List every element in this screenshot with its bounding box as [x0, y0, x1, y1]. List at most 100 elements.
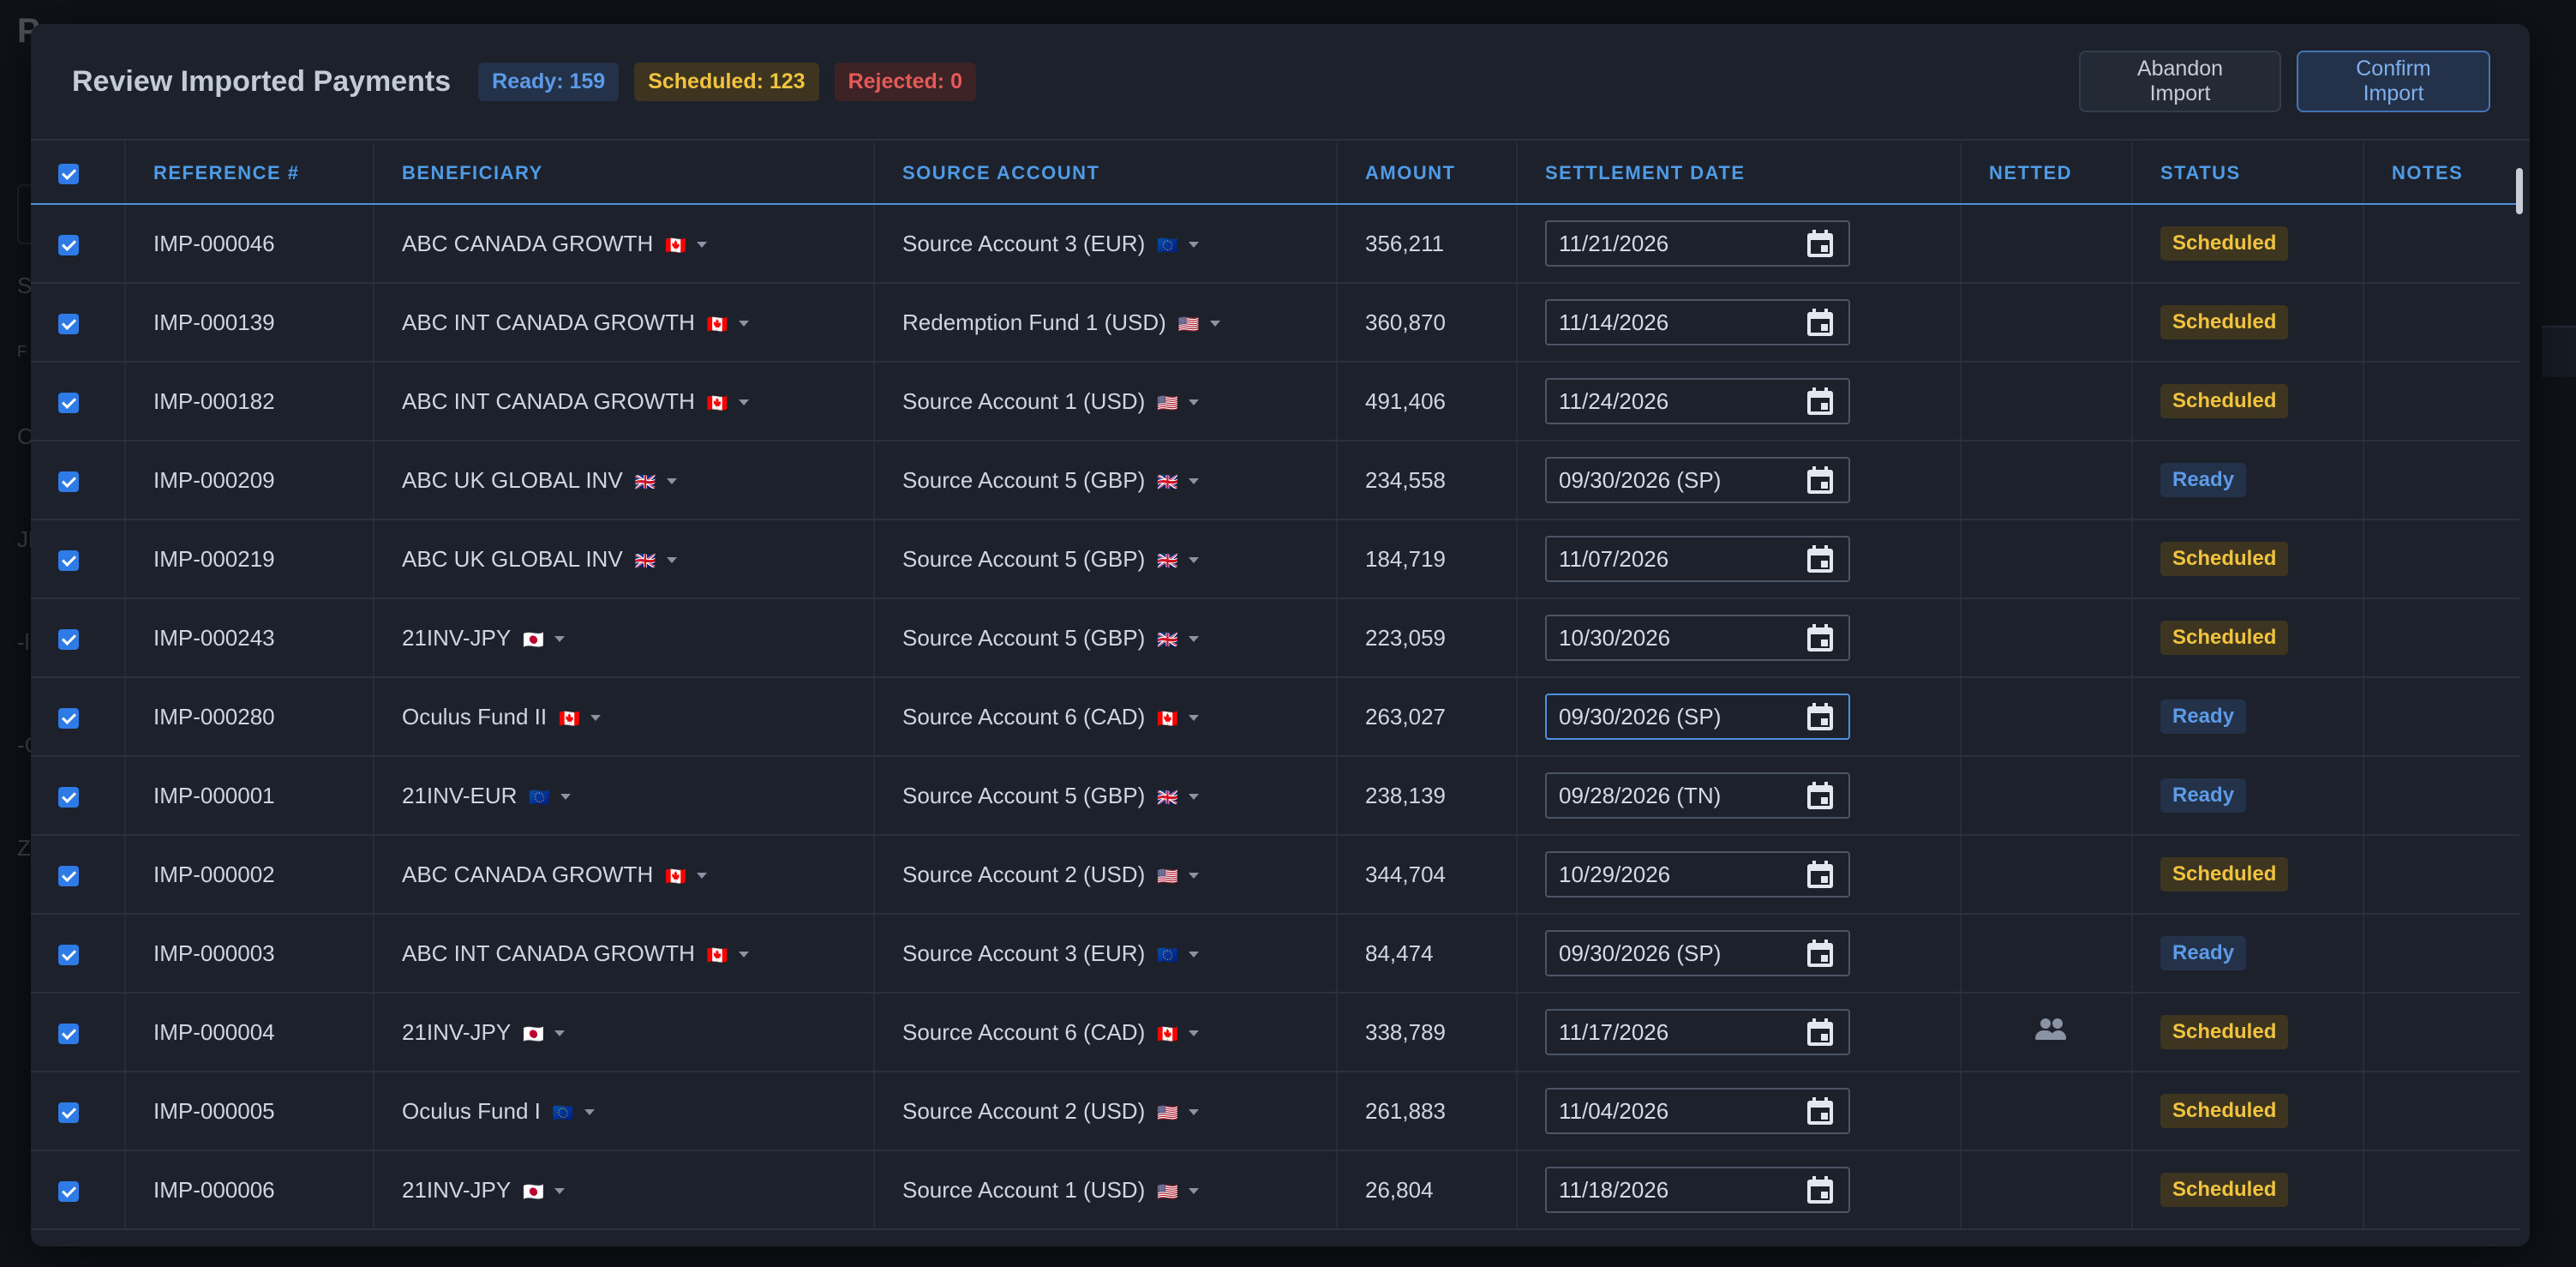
- beneficiary-cell[interactable]: ABC INT CANADA GROWTH 🇨🇦: [374, 283, 875, 363]
- settlement-date-input[interactable]: 11/17/2026: [1545, 1009, 1850, 1055]
- chevron-down-icon[interactable]: [666, 478, 677, 485]
- beneficiary-cell[interactable]: 21INV-JPY 🇯🇵: [374, 598, 875, 678]
- beneficiary-cell[interactable]: Oculus Fund I 🇪🇺: [374, 1072, 875, 1151]
- chevron-down-icon[interactable]: [1189, 557, 1200, 564]
- chevron-down-icon[interactable]: [1189, 1030, 1200, 1037]
- row-checkbox[interactable]: [58, 313, 79, 334]
- notes-cell[interactable]: [2363, 835, 2519, 915]
- source-account-cell[interactable]: Source Account 6 (CAD) 🇨🇦: [874, 677, 1338, 757]
- source-account-cell[interactable]: Source Account 2 (USD) 🇺🇸: [874, 835, 1338, 915]
- chevron-down-icon[interactable]: [1189, 952, 1200, 958]
- beneficiary-cell[interactable]: ABC INT CANADA GROWTH 🇨🇦: [374, 914, 875, 994]
- calendar-icon[interactable]: [1807, 782, 1833, 809]
- settlement-date-input[interactable]: 11/14/2026: [1545, 299, 1850, 345]
- notes-cell[interactable]: [2363, 677, 2519, 757]
- column-header-reference[interactable]: REFERENCE #: [125, 142, 374, 205]
- chevron-down-icon[interactable]: [1189, 1109, 1200, 1116]
- calendar-icon[interactable]: [1807, 1018, 1833, 1046]
- beneficiary-cell[interactable]: Oculus Fund II 🇨🇦: [374, 677, 875, 757]
- beneficiary-cell[interactable]: ABC CANADA GROWTH 🇨🇦: [374, 835, 875, 915]
- chevron-down-icon[interactable]: [1209, 321, 1220, 327]
- table-row[interactable]: IMP-000006 21INV-JPY 🇯🇵 Source Account 1 (U…: [31, 1150, 2519, 1230]
- settlement-date-input[interactable]: 10/30/2026: [1545, 615, 1850, 661]
- chevron-down-icon[interactable]: [1189, 478, 1200, 485]
- chevron-down-icon[interactable]: [738, 321, 749, 327]
- table-row[interactable]: IMP-000046 ABC CANADA GROWTH 🇨🇦 Source Acco…: [31, 204, 2519, 284]
- chevron-down-icon[interactable]: [697, 242, 708, 249]
- chevron-down-icon[interactable]: [584, 1109, 595, 1116]
- calendar-icon[interactable]: [1807, 703, 1833, 730]
- row-checkbox[interactable]: [58, 865, 79, 886]
- settlement-date-input[interactable]: 09/30/2026 (SP): [1545, 694, 1850, 740]
- calendar-icon[interactable]: [1807, 861, 1833, 888]
- table-row[interactable]: IMP-000001 21INV-EUR 🇪🇺 Source Account 5 (G…: [31, 756, 2519, 836]
- row-checkbox[interactable]: [58, 234, 79, 255]
- notes-cell[interactable]: [2363, 283, 2519, 363]
- settlement-date-input[interactable]: 11/04/2026: [1545, 1088, 1850, 1134]
- notes-cell[interactable]: [2363, 756, 2519, 836]
- column-header-notes[interactable]: NOTES: [2363, 142, 2519, 205]
- notes-cell[interactable]: [2363, 362, 2519, 441]
- table-row[interactable]: IMP-000002 ABC CANADA GROWTH 🇨🇦 Source Acco…: [31, 835, 2519, 915]
- notes-cell[interactable]: [2363, 993, 2519, 1072]
- row-checkbox[interactable]: [58, 1023, 79, 1044]
- notes-cell[interactable]: [2363, 204, 2519, 284]
- notes-cell[interactable]: [2363, 441, 2519, 520]
- beneficiary-cell[interactable]: 21INV-JPY 🇯🇵: [374, 993, 875, 1072]
- source-account-cell[interactable]: Source Account 5 (GBP) 🇬🇧: [874, 756, 1338, 836]
- chevron-down-icon[interactable]: [1189, 399, 1200, 406]
- chevron-down-icon[interactable]: [560, 794, 572, 801]
- select-all-checkbox[interactable]: [58, 163, 79, 184]
- table-row[interactable]: IMP-000280 Oculus Fund II 🇨🇦 Source Account…: [31, 677, 2519, 757]
- settlement-date-input[interactable]: 10/29/2026: [1545, 851, 1850, 898]
- source-account-cell[interactable]: Source Account 5 (GBP) 🇬🇧: [874, 519, 1338, 599]
- calendar-icon[interactable]: [1807, 466, 1833, 494]
- source-account-cell[interactable]: Source Account 1 (USD) 🇺🇸: [874, 362, 1338, 441]
- source-account-cell[interactable]: Source Account 5 (GBP) 🇬🇧: [874, 598, 1338, 678]
- settlement-date-input[interactable]: 11/24/2026: [1545, 378, 1850, 424]
- settlement-date-input[interactable]: 09/28/2026 (TN): [1545, 772, 1850, 819]
- source-account-cell[interactable]: Source Account 1 (USD) 🇺🇸: [874, 1150, 1338, 1230]
- chevron-down-icon[interactable]: [554, 636, 566, 643]
- beneficiary-cell[interactable]: 21INV-JPY 🇯🇵: [374, 1150, 875, 1230]
- calendar-icon[interactable]: [1807, 230, 1833, 257]
- notes-cell[interactable]: [2363, 1072, 2519, 1151]
- beneficiary-cell[interactable]: ABC INT CANADA GROWTH 🇨🇦: [374, 362, 875, 441]
- chevron-down-icon[interactable]: [738, 399, 749, 406]
- column-header-status[interactable]: STATUS: [2132, 142, 2364, 205]
- column-header-settlement-date[interactable]: SETTLEMENT DATE: [1517, 142, 1962, 205]
- table-row[interactable]: IMP-000003 ABC INT CANADA GROWTH 🇨🇦 Source …: [31, 914, 2519, 994]
- notes-cell[interactable]: [2363, 1150, 2519, 1230]
- source-account-cell[interactable]: Source Account 2 (USD) 🇺🇸: [874, 1072, 1338, 1151]
- chevron-down-icon[interactable]: [554, 1030, 566, 1037]
- source-account-cell[interactable]: Source Account 3 (EUR) 🇪🇺: [874, 914, 1338, 994]
- chevron-down-icon[interactable]: [666, 557, 677, 564]
- calendar-icon[interactable]: [1807, 387, 1833, 415]
- source-account-cell[interactable]: Redemption Fund 1 (USD) 🇺🇸: [874, 283, 1338, 363]
- column-header-source-account[interactable]: SOURCE ACCOUNT: [874, 142, 1338, 205]
- source-account-cell[interactable]: Source Account 6 (CAD) 🇨🇦: [874, 993, 1338, 1072]
- source-account-cell[interactable]: Source Account 3 (EUR) 🇪🇺: [874, 204, 1338, 284]
- row-checkbox[interactable]: [58, 628, 79, 650]
- beneficiary-cell[interactable]: 21INV-EUR 🇪🇺: [374, 756, 875, 836]
- notes-cell[interactable]: [2363, 598, 2519, 678]
- chevron-down-icon[interactable]: [1189, 1188, 1200, 1195]
- row-checkbox[interactable]: [58, 471, 79, 492]
- chevron-down-icon[interactable]: [590, 715, 601, 722]
- column-header-netted[interactable]: NETTED: [1961, 142, 2133, 205]
- row-checkbox[interactable]: [58, 1102, 79, 1123]
- chevron-down-icon[interactable]: [1189, 873, 1200, 880]
- settlement-date-input[interactable]: 09/30/2026 (SP): [1545, 457, 1850, 503]
- table-row[interactable]: IMP-000209 ABC UK GLOBAL INV 🇬🇧 Source Acco…: [31, 441, 2519, 520]
- notes-cell[interactable]: [2363, 914, 2519, 994]
- table-row[interactable]: IMP-000005 Oculus Fund I 🇪🇺 Source Account …: [31, 1072, 2519, 1151]
- table-row[interactable]: IMP-000243 21INV-JPY 🇯🇵 Source Account 5 (G…: [31, 598, 2519, 678]
- table-row[interactable]: IMP-000182 ABC INT CANADA GROWTH 🇨🇦 Source …: [31, 362, 2519, 441]
- calendar-icon[interactable]: [1807, 309, 1833, 336]
- table-row[interactable]: IMP-000004 21INV-JPY 🇯🇵 Source Account 6 (C…: [31, 993, 2519, 1072]
- column-header-amount[interactable]: AMOUNT: [1337, 142, 1518, 205]
- table-scrollbar[interactable]: [2514, 144, 2523, 1241]
- table-row[interactable]: IMP-000219 ABC UK GLOBAL INV 🇬🇧 Source Acco…: [31, 519, 2519, 599]
- row-checkbox[interactable]: [58, 786, 79, 808]
- chevron-down-icon[interactable]: [1189, 794, 1200, 801]
